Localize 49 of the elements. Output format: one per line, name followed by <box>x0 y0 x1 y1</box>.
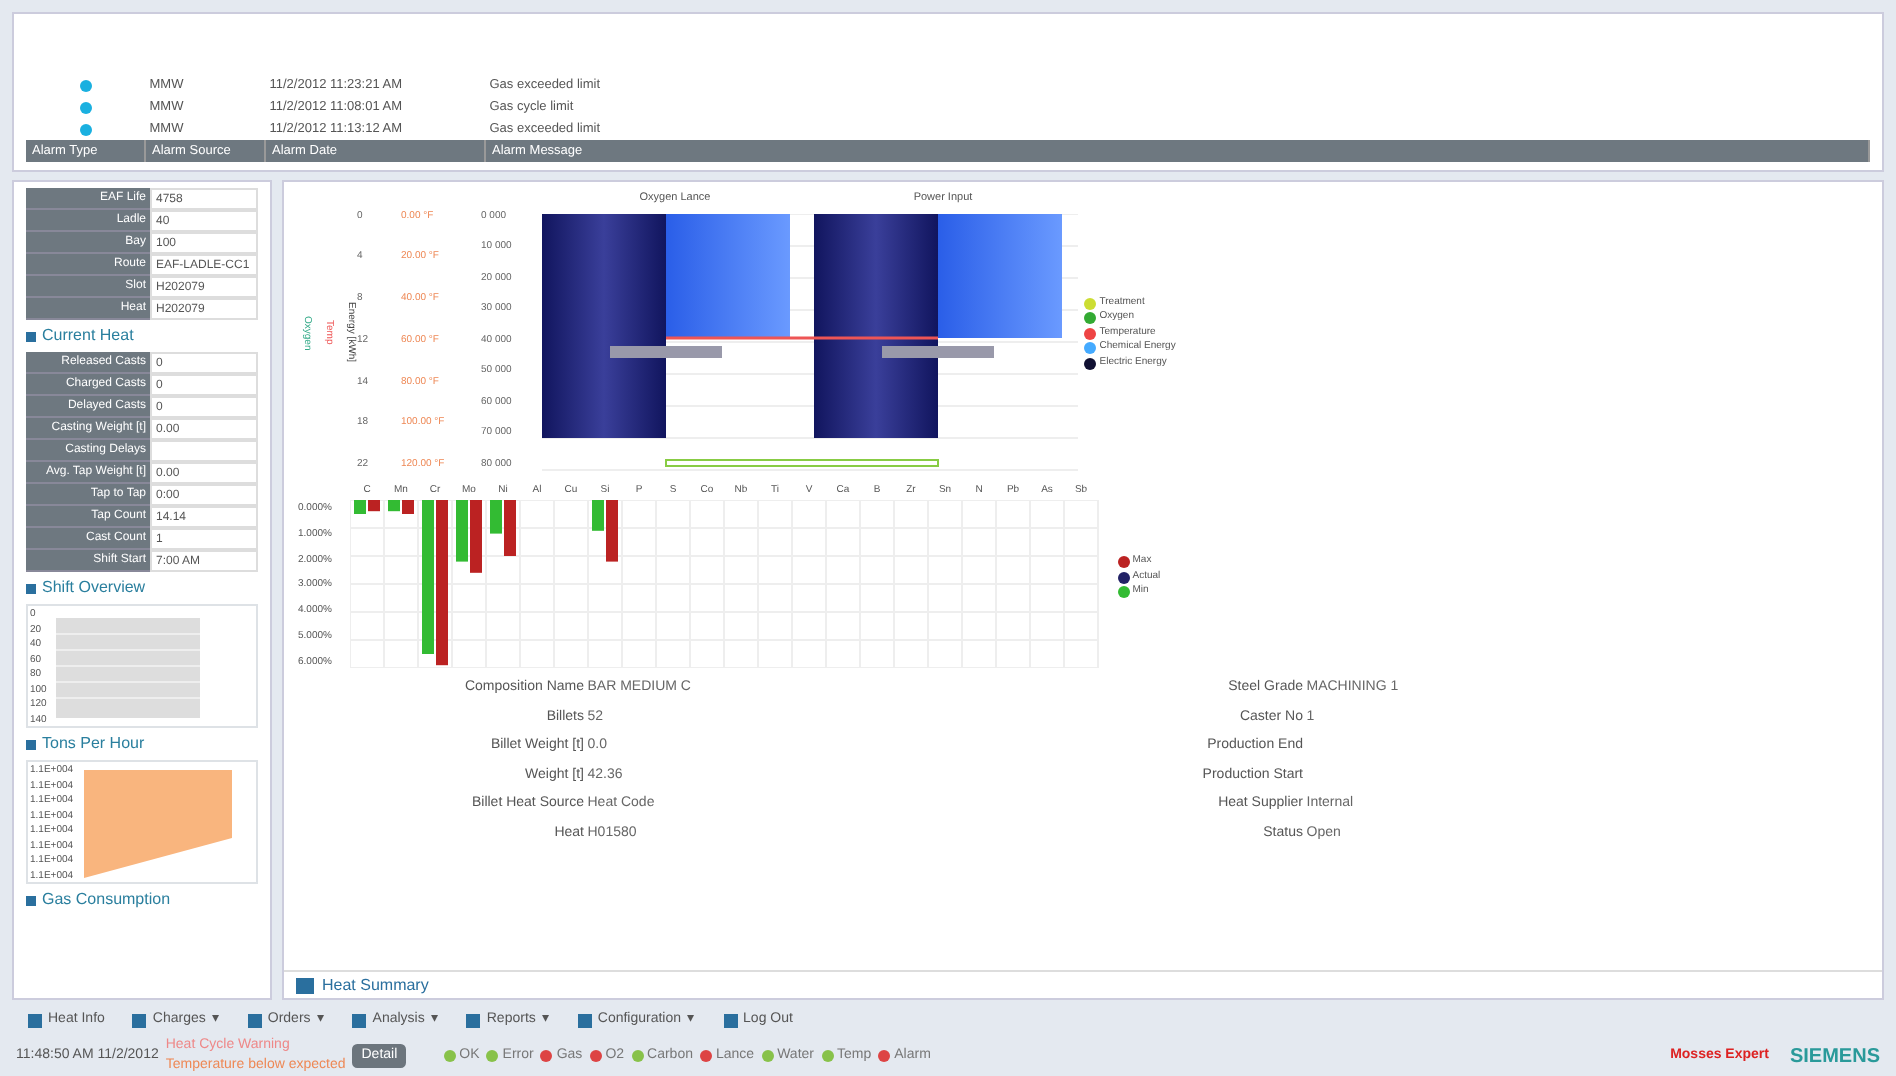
status-dot <box>540 1050 553 1062</box>
section-title: Shift Overview <box>42 576 146 600</box>
min-bar <box>592 499 604 530</box>
legend-dot <box>1084 342 1096 354</box>
menu-icon <box>577 1013 592 1027</box>
status-dot <box>761 1050 774 1062</box>
legend-dot <box>1084 357 1096 369</box>
menu-icon <box>723 1013 738 1027</box>
section-title: Tons Per Hour <box>42 732 145 756</box>
max-bar <box>470 499 482 572</box>
label-tag <box>609 345 721 357</box>
logo-text: SIEMENS <box>1789 1043 1880 1071</box>
bullet-icon <box>26 583 36 593</box>
bullet-icon <box>26 739 36 749</box>
menu-icon <box>28 1013 42 1027</box>
legend-dot <box>1084 327 1096 339</box>
panel-icon <box>296 977 314 993</box>
status-dot <box>589 1050 602 1062</box>
status-dot <box>631 1050 644 1062</box>
max-bar <box>402 499 414 513</box>
legend-dot <box>1117 556 1129 568</box>
min-bar <box>456 499 468 561</box>
legend-dot <box>1084 297 1096 309</box>
section-title: Gas Consumption <box>42 888 171 912</box>
menu-icon <box>466 1013 481 1027</box>
panel-title: Heat Summary <box>322 973 429 997</box>
legend-dot <box>1117 586 1129 598</box>
status-dot <box>443 1050 456 1062</box>
max-bar <box>606 499 618 561</box>
status-dot <box>486 1050 499 1062</box>
label-tag <box>881 345 993 357</box>
status-dot <box>700 1050 712 1062</box>
status-dot <box>878 1050 891 1062</box>
menu-icon <box>132 1013 147 1027</box>
menu-icon <box>352 1013 367 1027</box>
section-title: Current Heat <box>42 324 134 348</box>
status-dot <box>821 1050 833 1062</box>
max-bar <box>368 499 380 511</box>
min-bar <box>354 499 366 513</box>
chemical-energy-bar <box>937 213 1061 337</box>
legend-dot <box>1084 312 1096 324</box>
legend-dot <box>1117 571 1129 583</box>
max-bar <box>504 499 516 555</box>
bullet-icon <box>26 895 36 905</box>
min-bar <box>490 499 502 533</box>
chemical-energy-bar <box>665 213 789 337</box>
menu-icon <box>247 1013 262 1027</box>
min-bar <box>388 499 400 511</box>
bullet-icon <box>26 331 36 341</box>
